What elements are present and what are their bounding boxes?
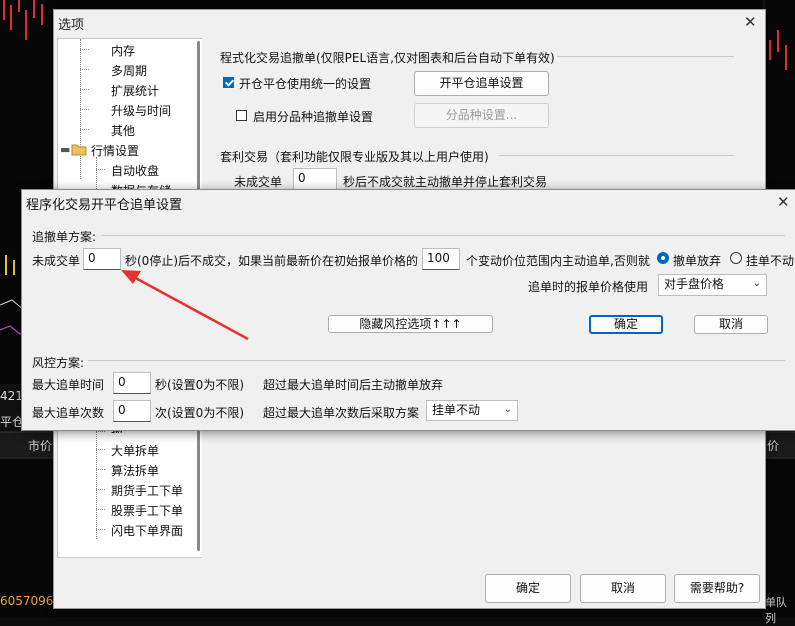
annotation-arrow xyxy=(121,270,249,341)
